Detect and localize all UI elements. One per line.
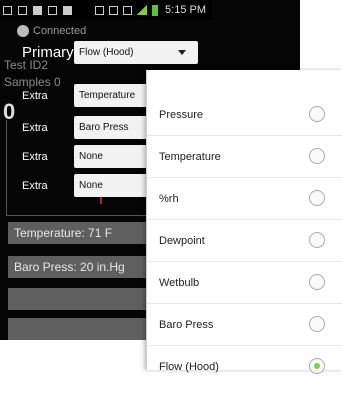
- image-icon: [48, 5, 57, 15]
- radio-button-icon[interactable]: [309, 190, 325, 206]
- option-rh[interactable]: %rh: [147, 178, 342, 220]
- data-icon: [123, 5, 133, 15]
- extra-label-1: Extra: [22, 90, 48, 102]
- primary-options-popup: Pressure Temperature %rh Dewpoint Wetbul…: [146, 70, 342, 374]
- option-label: Baro Press: [159, 318, 214, 331]
- radio-selected-dot: [314, 363, 320, 369]
- app-logo-icon: [17, 25, 29, 37]
- dropdown-arrow-icon: [178, 50, 186, 55]
- empty-reading-2: [8, 318, 158, 340]
- bluetooth-icon: [95, 5, 105, 15]
- option-label: %rh: [159, 192, 179, 205]
- samples-text: Samples 0: [4, 75, 61, 89]
- connection-status: Connected: [17, 25, 86, 37]
- extra-select-3[interactable]: None: [74, 145, 154, 168]
- option-baro-press[interactable]: Baro Press: [147, 304, 342, 346]
- vibrate-icon: [109, 5, 119, 15]
- radio-button-icon[interactable]: [309, 232, 325, 248]
- radio-button-selected-icon[interactable]: [309, 358, 325, 374]
- mail-icon: [18, 5, 27, 15]
- signal-icon: [137, 5, 148, 15]
- option-wetbulb[interactable]: Wetbulb: [147, 262, 342, 304]
- extra-select-1-value: Temperature: [79, 90, 136, 101]
- option-label: Wetbulb: [159, 276, 200, 289]
- notification-icon: [3, 5, 12, 15]
- device-screen: 5:15 PM Connected Primary Flow (Hood) Te…: [0, 0, 342, 396]
- temperature-reading: Temperature: 71 F: [8, 222, 158, 244]
- extra-select-4-value: None: [79, 180, 103, 191]
- option-pressure[interactable]: Pressure: [147, 94, 342, 136]
- test-id-text: Test ID2: [4, 58, 49, 72]
- option-label: Flow (Hood): [159, 361, 219, 373]
- extra-select-2[interactable]: Baro Press: [74, 116, 154, 139]
- baro-press-reading: Baro Press: 20 in.Hg: [8, 256, 158, 278]
- extra-label-4: Extra: [22, 180, 48, 192]
- primary-select[interactable]: Flow (Hood): [74, 41, 198, 64]
- extra-label-3: Extra: [22, 151, 48, 163]
- radio-button-icon[interactable]: [309, 274, 325, 290]
- extra-select-2-value: Baro Press: [79, 122, 129, 133]
- option-label: Dewpoint: [159, 234, 205, 247]
- upload-icon: [33, 5, 42, 15]
- empty-reading-1: [8, 288, 158, 310]
- status-time: 5:15 PM: [165, 4, 206, 16]
- option-dewpoint[interactable]: Dewpoint: [147, 220, 342, 262]
- extra-select-4[interactable]: None: [74, 174, 154, 197]
- option-flow-hood[interactable]: Flow (Hood): [147, 346, 342, 388]
- radio-button-icon[interactable]: [309, 316, 325, 332]
- battery-icon: [152, 4, 159, 16]
- connection-text: Connected: [33, 25, 87, 37]
- extra-select-3-value: None: [79, 151, 103, 162]
- radio-button-icon[interactable]: [309, 148, 325, 164]
- option-label: Pressure: [159, 108, 204, 121]
- option-temperature[interactable]: Temperature: [147, 136, 342, 178]
- option-label: Temperature: [159, 150, 221, 163]
- status-bar: 5:15 PM: [0, 0, 212, 20]
- extra-label-2: Extra: [22, 122, 48, 134]
- primary-select-value: Flow (Hood): [79, 47, 134, 58]
- extra-select-1[interactable]: Temperature: [74, 84, 154, 107]
- radio-button-icon[interactable]: [309, 106, 325, 122]
- stop-icon: [63, 5, 72, 15]
